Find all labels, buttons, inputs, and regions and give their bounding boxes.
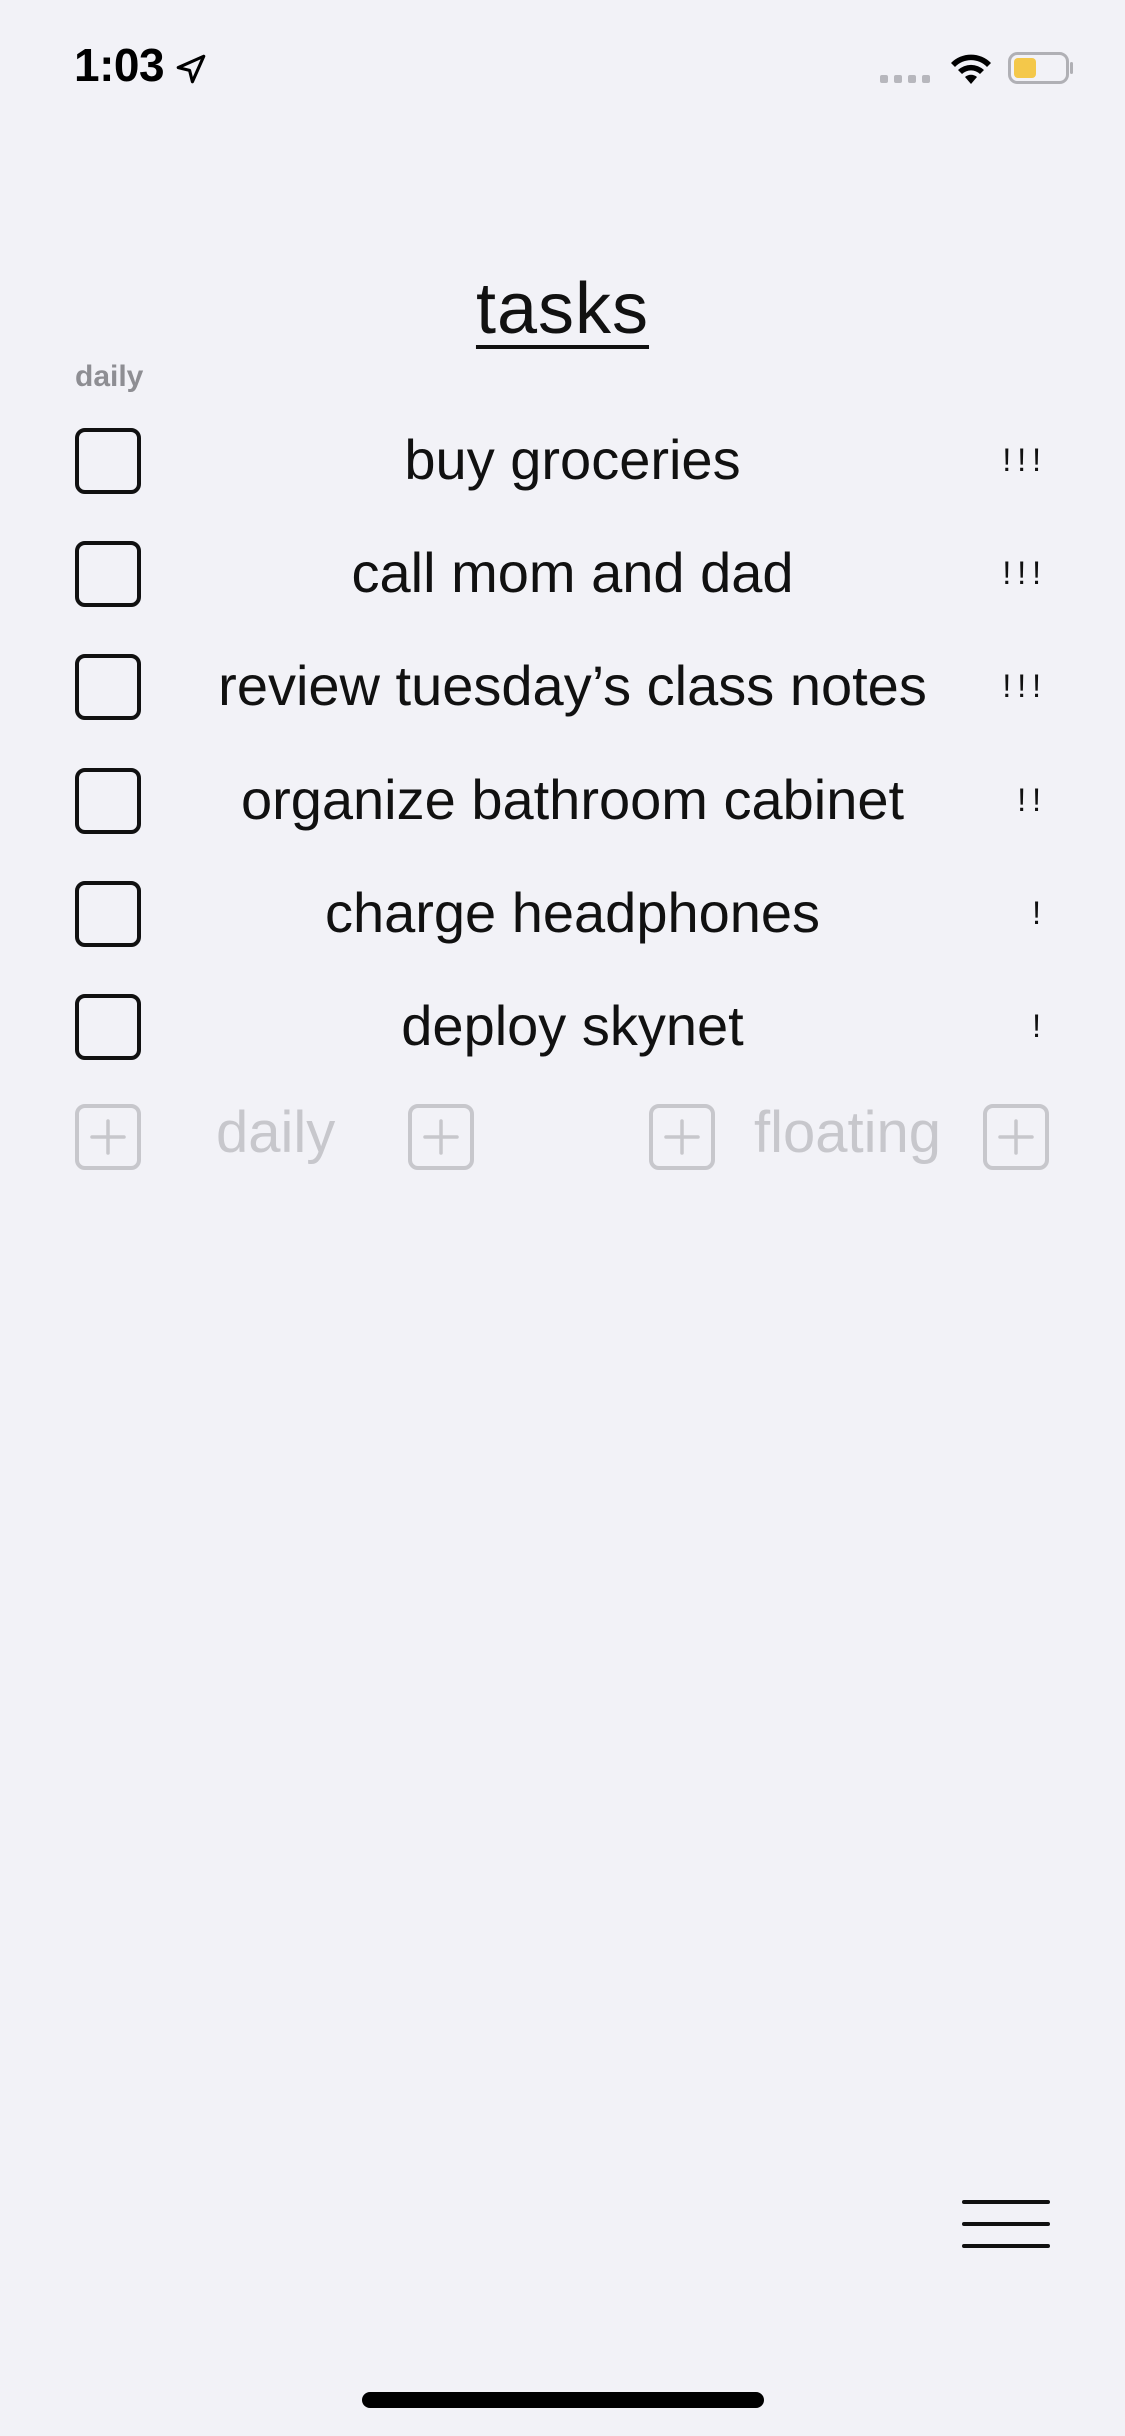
priority-indicator: !! bbox=[1017, 782, 1047, 818]
battery-icon bbox=[1008, 52, 1073, 84]
add-daily-label[interactable]: daily bbox=[216, 1100, 335, 1166]
add-daily-right-button[interactable] bbox=[408, 1104, 474, 1170]
section-label-daily: daily bbox=[75, 360, 144, 393]
add-floating-right-button[interactable] bbox=[983, 1104, 1049, 1170]
plus-icon bbox=[664, 1119, 700, 1155]
task-checkbox[interactable] bbox=[75, 654, 141, 720]
status-time: 1:03 bbox=[74, 39, 165, 91]
task-text[interactable]: review tuesday’s class notes bbox=[150, 654, 995, 718]
plus-icon bbox=[90, 1119, 126, 1155]
task-checkbox[interactable] bbox=[75, 541, 141, 607]
plus-icon bbox=[998, 1119, 1034, 1155]
task-checkbox[interactable] bbox=[75, 994, 141, 1060]
priority-indicator: !!! bbox=[1002, 442, 1047, 478]
status-bar: 1:03 bbox=[0, 0, 1125, 140]
task-text[interactable]: organize bathroom cabinet bbox=[150, 768, 995, 832]
add-floating-label[interactable]: floating bbox=[754, 1100, 941, 1166]
task-checkbox[interactable] bbox=[75, 881, 141, 947]
task-row: review tuesday’s class notes !!! bbox=[0, 646, 1125, 726]
home-indicator[interactable] bbox=[362, 2392, 764, 2408]
location-arrow-icon bbox=[176, 54, 206, 84]
add-controls: daily floating bbox=[0, 1100, 1125, 1190]
task-row: charge headphones ! bbox=[0, 873, 1125, 953]
task-text[interactable]: deploy skynet bbox=[150, 994, 995, 1058]
task-row: call mom and dad !!! bbox=[0, 533, 1125, 613]
task-text[interactable]: charge headphones bbox=[150, 881, 995, 945]
priority-indicator: !!! bbox=[1002, 555, 1047, 591]
task-row: buy groceries !!! bbox=[0, 420, 1125, 500]
add-daily-left-button[interactable] bbox=[75, 1104, 141, 1170]
task-text[interactable]: call mom and dad bbox=[150, 541, 995, 605]
task-row: deploy skynet ! bbox=[0, 986, 1125, 1066]
add-floating-left-button[interactable] bbox=[649, 1104, 715, 1170]
task-checkbox[interactable] bbox=[75, 768, 141, 834]
signal-dots-icon bbox=[880, 75, 930, 83]
priority-indicator: ! bbox=[1032, 1008, 1047, 1044]
hamburger-menu-icon[interactable] bbox=[962, 2200, 1050, 2252]
plus-icon bbox=[423, 1119, 459, 1155]
page-title: tasks bbox=[475, 269, 650, 349]
task-row: organize bathroom cabinet !! bbox=[0, 760, 1125, 840]
task-text[interactable]: buy groceries bbox=[150, 428, 995, 492]
priority-indicator: !!! bbox=[1002, 668, 1047, 704]
priority-indicator: ! bbox=[1032, 895, 1047, 931]
wifi-icon bbox=[951, 54, 991, 84]
task-checkbox[interactable] bbox=[75, 428, 141, 494]
